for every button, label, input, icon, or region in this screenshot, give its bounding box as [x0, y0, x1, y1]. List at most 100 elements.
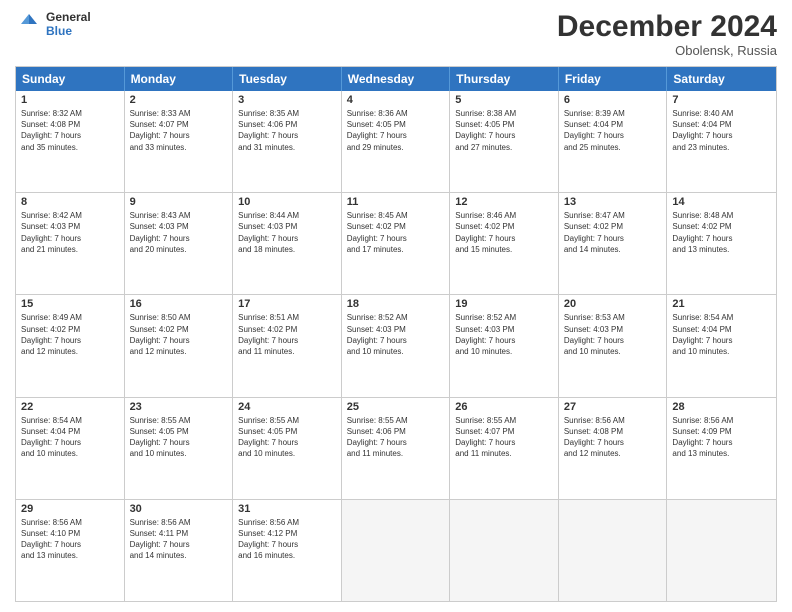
week-row-3: 15 Sunrise: 8:49 AMSunset: 4:02 PMDayligh… — [16, 294, 776, 396]
cell-info: Sunrise: 8:35 AMSunset: 4:06 PMDaylight:… — [238, 108, 336, 153]
day-number: 22 — [21, 401, 119, 413]
day-cell-28: 28 Sunrise: 8:56 AMSunset: 4:09 PMDayligh… — [667, 398, 776, 499]
cell-info: Sunrise: 8:44 AMSunset: 4:03 PMDaylight:… — [238, 210, 336, 255]
cell-info: Sunrise: 8:32 AMSunset: 4:08 PMDaylight:… — [21, 108, 119, 153]
header-day-saturday: Saturday — [667, 67, 776, 91]
cell-info: Sunrise: 8:38 AMSunset: 4:05 PMDaylight:… — [455, 108, 553, 153]
cell-info: Sunrise: 8:39 AMSunset: 4:04 PMDaylight:… — [564, 108, 662, 153]
calendar-header: SundayMondayTuesdayWednesdayThursdayFrid… — [16, 67, 776, 91]
day-number: 26 — [455, 401, 553, 413]
day-cell-16: 16 Sunrise: 8:50 AMSunset: 4:02 PMDayligh… — [125, 295, 234, 396]
logo-text: General Blue — [46, 10, 91, 39]
day-cell-31: 31Sunrise: 8:56 AMSunset: 4:12 PMDayligh… — [233, 500, 342, 601]
day-cell-30: 30 Sunrise: 8:56 AMSunset: 4:11 PMDayligh… — [125, 500, 234, 601]
day-number: 14 — [672, 196, 771, 208]
empty-cell — [342, 500, 451, 601]
cell-info: Sunrise: 8:43 AMSunset: 4:03 PMDaylight:… — [130, 210, 228, 255]
day-cell-11: 11 Sunrise: 8:45 AMSunset: 4:02 PMDayligh… — [342, 193, 451, 294]
week-row-2: 8 Sunrise: 8:42 AMSunset: 4:03 PMDaylight… — [16, 192, 776, 294]
day-number: 18 — [347, 298, 445, 310]
location: Obolensk, Russia — [557, 43, 777, 58]
empty-cell — [667, 500, 776, 601]
cell-info: Sunrise: 8:52 AMSunset: 4:03 PMDaylight:… — [347, 312, 445, 357]
cell-info: Sunrise: 8:54 AMSunset: 4:04 PMDaylight:… — [21, 415, 119, 460]
day-number: 19 — [455, 298, 553, 310]
header-day-sunday: Sunday — [16, 67, 125, 91]
cell-info: Sunrise: 8:48 AMSunset: 4:02 PMDaylight:… — [672, 210, 771, 255]
day-number: 16 — [130, 298, 228, 310]
day-number: 11 — [347, 196, 445, 208]
day-number: 7 — [672, 94, 771, 106]
cell-info: Sunrise: 8:56 AMSunset: 4:12 PMDaylight:… — [238, 517, 336, 562]
month-title: December 2024 — [557, 10, 777, 43]
day-cell-29: 29 Sunrise: 8:56 AMSunset: 4:10 PMDayligh… — [16, 500, 125, 601]
day-cell-23: 23Sunrise: 8:55 AMSunset: 4:05 PMDayligh… — [125, 398, 234, 499]
day-cell-18: 18 Sunrise: 8:52 AMSunset: 4:03 PMDayligh… — [342, 295, 451, 396]
day-number: 9 — [130, 196, 228, 208]
day-number: 5 — [455, 94, 553, 106]
day-cell-6: 6 Sunrise: 8:39 AMSunset: 4:04 PMDaylight… — [559, 91, 668, 192]
logo-bird-icon — [15, 10, 43, 38]
day-number: 17 — [238, 298, 336, 310]
day-cell-17: 17Sunrise: 8:51 AMSunset: 4:02 PMDayligh… — [233, 295, 342, 396]
day-number: 15 — [21, 298, 119, 310]
day-number: 2 — [130, 94, 228, 106]
day-number: 20 — [564, 298, 662, 310]
header: General Blue December 2024 Obolensk, Rus… — [15, 10, 777, 58]
cell-info: Sunrise: 8:45 AMSunset: 4:02 PMDaylight:… — [347, 210, 445, 255]
day-cell-20: 20 Sunrise: 8:53 AMSunset: 4:03 PMDayligh… — [559, 295, 668, 396]
cell-info: Sunrise: 8:55 AMSunset: 4:05 PMDaylight:… — [238, 415, 336, 460]
day-cell-10: 10 Sunrise: 8:44 AMSunset: 4:03 PMDayligh… — [233, 193, 342, 294]
cell-info: Sunrise: 8:56 AMSunset: 4:09 PMDaylight:… — [672, 415, 771, 460]
day-cell-15: 15 Sunrise: 8:49 AMSunset: 4:02 PMDayligh… — [16, 295, 125, 396]
logo-general: General — [46, 10, 91, 24]
cell-info: Sunrise: 8:50 AMSunset: 4:02 PMDaylight:… — [130, 312, 228, 357]
empty-cell — [450, 500, 559, 601]
day-number: 4 — [347, 94, 445, 106]
cell-info: Sunrise: 8:47 AMSunset: 4:02 PMDaylight:… — [564, 210, 662, 255]
cell-info: Sunrise: 8:53 AMSunset: 4:03 PMDaylight:… — [564, 312, 662, 357]
cell-info: Sunrise: 8:40 AMSunset: 4:04 PMDaylight:… — [672, 108, 771, 153]
header-day-friday: Friday — [559, 67, 668, 91]
title-block: December 2024 Obolensk, Russia — [557, 10, 777, 58]
day-number: 6 — [564, 94, 662, 106]
day-cell-4: 4Sunrise: 8:36 AMSunset: 4:05 PMDaylight… — [342, 91, 451, 192]
logo-blue: Blue — [46, 24, 91, 38]
header-day-tuesday: Tuesday — [233, 67, 342, 91]
logo-container: General Blue — [15, 10, 91, 39]
cell-info: Sunrise: 8:55 AMSunset: 4:06 PMDaylight:… — [347, 415, 445, 460]
day-cell-3: 3Sunrise: 8:35 AMSunset: 4:06 PMDaylight… — [233, 91, 342, 192]
day-number: 8 — [21, 196, 119, 208]
cell-info: Sunrise: 8:55 AMSunset: 4:05 PMDaylight:… — [130, 415, 228, 460]
cell-info: Sunrise: 8:46 AMSunset: 4:02 PMDaylight:… — [455, 210, 553, 255]
day-number: 29 — [21, 503, 119, 515]
day-cell-5: 5 Sunrise: 8:38 AMSunset: 4:05 PMDaylight… — [450, 91, 559, 192]
day-number: 24 — [238, 401, 336, 413]
header-day-monday: Monday — [125, 67, 234, 91]
day-cell-24: 24 Sunrise: 8:55 AMSunset: 4:05 PMDayligh… — [233, 398, 342, 499]
day-number: 25 — [347, 401, 445, 413]
cell-info: Sunrise: 8:56 AMSunset: 4:11 PMDaylight:… — [130, 517, 228, 562]
cell-info: Sunrise: 8:56 AMSunset: 4:10 PMDaylight:… — [21, 517, 119, 562]
day-number: 28 — [672, 401, 771, 413]
day-cell-8: 8 Sunrise: 8:42 AMSunset: 4:03 PMDaylight… — [16, 193, 125, 294]
day-number: 27 — [564, 401, 662, 413]
cell-info: Sunrise: 8:56 AMSunset: 4:08 PMDaylight:… — [564, 415, 662, 460]
calendar: SundayMondayTuesdayWednesdayThursdayFrid… — [15, 66, 777, 602]
day-number: 1 — [21, 94, 119, 106]
day-cell-9: 9 Sunrise: 8:43 AMSunset: 4:03 PMDaylight… — [125, 193, 234, 294]
day-number: 10 — [238, 196, 336, 208]
day-cell-14: 14 Sunrise: 8:48 AMSunset: 4:02 PMDayligh… — [667, 193, 776, 294]
day-cell-13: 13 Sunrise: 8:47 AMSunset: 4:02 PMDayligh… — [559, 193, 668, 294]
week-row-1: 1 Sunrise: 8:32 AMSunset: 4:08 PMDaylight… — [16, 91, 776, 192]
day-number: 30 — [130, 503, 228, 515]
calendar-body: 1 Sunrise: 8:32 AMSunset: 4:08 PMDaylight… — [16, 91, 776, 601]
day-cell-12: 12 Sunrise: 8:46 AMSunset: 4:02 PMDayligh… — [450, 193, 559, 294]
week-row-5: 29 Sunrise: 8:56 AMSunset: 4:10 PMDayligh… — [16, 499, 776, 601]
logo: General Blue — [15, 10, 91, 39]
cell-info: Sunrise: 8:42 AMSunset: 4:03 PMDaylight:… — [21, 210, 119, 255]
cell-info: Sunrise: 8:49 AMSunset: 4:02 PMDaylight:… — [21, 312, 119, 357]
day-number: 12 — [455, 196, 553, 208]
day-number: 13 — [564, 196, 662, 208]
cell-info: Sunrise: 8:33 AMSunset: 4:07 PMDaylight:… — [130, 108, 228, 153]
